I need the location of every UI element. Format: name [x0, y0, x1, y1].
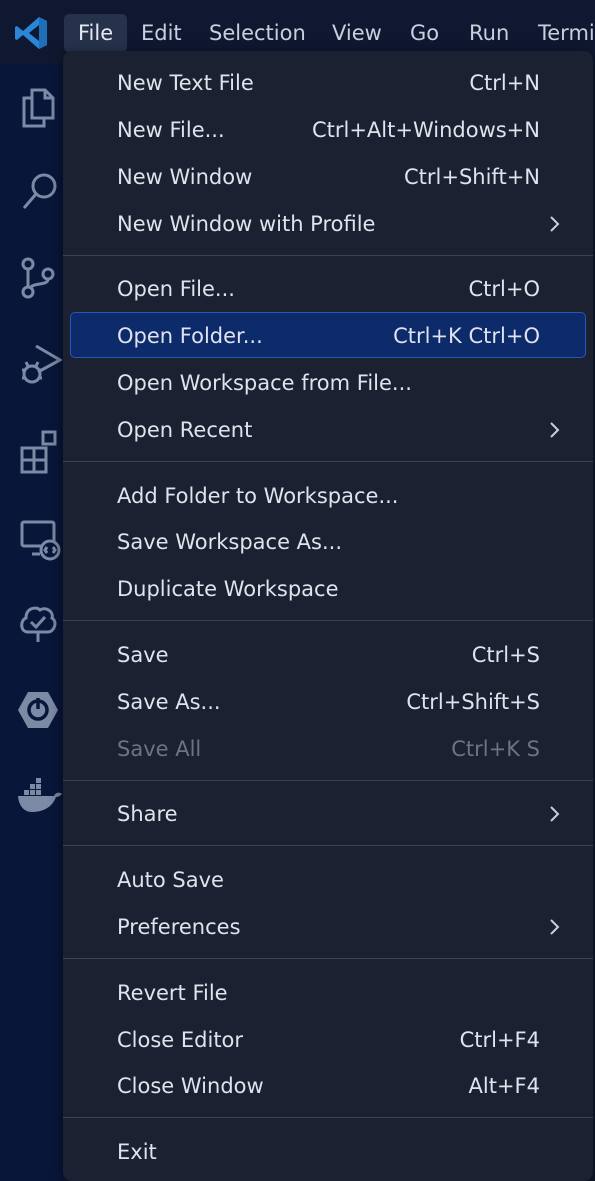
spring-boot-icon[interactable] [14, 686, 62, 734]
menubar-view[interactable]: View [318, 14, 396, 52]
menu-item-open-workspace-from-file[interactable]: Open Workspace from File... [70, 360, 586, 406]
menu-item-label: Share [117, 802, 178, 826]
menu-item-save[interactable]: Save Ctrl+S [70, 632, 586, 678]
menu-separator [63, 780, 593, 781]
menu-item-label: Save Workspace As... [117, 530, 343, 554]
chevron-right-icon [550, 806, 560, 822]
menu-item-label: New Window [117, 165, 253, 189]
menu-item-add-folder-to-workspace[interactable]: Add Folder to Workspace... [70, 473, 586, 519]
menubar-file[interactable]: File [64, 14, 128, 52]
menu-item-shortcut: Ctrl+O [468, 277, 541, 301]
menu-item-new-file[interactable]: New File... Ctrl+Alt+Windows+N [70, 107, 586, 153]
menu-item-save-as[interactable]: Save As... Ctrl+Shift+S [70, 679, 586, 725]
menu-item-duplicate-workspace[interactable]: Duplicate Workspace [70, 566, 586, 612]
run-debug-icon[interactable] [14, 340, 62, 388]
menu-item-label: Duplicate Workspace [117, 577, 339, 601]
menu-item-shortcut: Ctrl+K Ctrl+O [393, 324, 540, 348]
menu-item-open-file[interactable]: Open File... Ctrl+O [70, 266, 586, 312]
menu-item-label: Add Folder to Workspace... [117, 484, 399, 508]
chevron-right-icon [550, 919, 560, 935]
menu-item-preferences[interactable]: Preferences [70, 904, 586, 950]
menu-item-label: Preferences [117, 915, 241, 939]
explorer-icon[interactable] [14, 82, 62, 130]
menubar-go[interactable]: Go [396, 14, 453, 52]
menu-item-new-window-with-profile[interactable]: New Window with Profile [70, 201, 586, 247]
menu-item-shortcut: Ctrl+F4 [459, 1028, 540, 1052]
menu-item-new-window[interactable]: New Window Ctrl+Shift+N [70, 154, 586, 200]
search-icon[interactable] [14, 168, 62, 216]
menubar-selection[interactable]: Selection [195, 14, 320, 52]
menubar-run[interactable]: Run [455, 14, 523, 52]
menu-item-shortcut: Ctrl+K S [451, 737, 540, 761]
menu-item-revert-file[interactable]: Revert File [70, 970, 586, 1016]
menu-item-share[interactable]: Share [70, 791, 586, 837]
menubar-terminal[interactable]: Termi [524, 14, 595, 52]
menu-item-shortcut: Ctrl+Alt+Windows+N [311, 118, 540, 142]
extensions-icon[interactable] [14, 428, 62, 476]
testing-tree-icon[interactable] [14, 600, 62, 648]
menu-item-open-recent[interactable]: Open Recent [70, 407, 586, 453]
menu-item-label: Save [117, 643, 169, 667]
chevron-right-icon [550, 422, 560, 438]
menu-item-shortcut: Ctrl+N [469, 71, 540, 95]
menu-item-shortcut: Ctrl+Shift+S [406, 690, 540, 714]
menu-item-label: Open Folder... [117, 324, 263, 348]
menu-item-label: Open Workspace from File... [117, 371, 412, 395]
menu-separator [63, 1117, 593, 1118]
remote-explorer-icon[interactable] [14, 514, 62, 562]
chevron-right-icon [550, 216, 560, 232]
menu-item-label: Auto Save [117, 868, 224, 892]
menu-item-close-editor[interactable]: Close Editor Ctrl+F4 [70, 1017, 586, 1063]
menu-separator [63, 461, 593, 462]
menu-item-label: Open Recent [117, 418, 253, 442]
source-control-icon[interactable] [14, 254, 62, 302]
menu-item-close-window[interactable]: Close Window Alt+F4 [70, 1063, 586, 1109]
menu-item-exit[interactable]: Exit [70, 1129, 586, 1175]
menu-item-label: Exit [117, 1140, 157, 1164]
menu-item-label: Save All [117, 737, 202, 761]
menubar-edit[interactable]: Edit [127, 14, 196, 52]
menu-item-label: Close Editor [117, 1028, 244, 1052]
menu-separator [63, 845, 593, 846]
menu-item-shortcut: Alt+F4 [468, 1074, 540, 1098]
menu-item-shortcut: Ctrl+S [471, 643, 540, 667]
menu-item-label: Open File... [117, 277, 235, 301]
menu-item-label: Revert File [117, 981, 228, 1005]
menu-item-shortcut: Ctrl+Shift+N [404, 165, 540, 189]
menu-item-label: New Text File [117, 71, 254, 95]
file-menu-dropdown: New Text File Ctrl+N New File... Ctrl+Al… [63, 51, 593, 1181]
activity-bar [0, 64, 64, 1181]
docker-icon[interactable] [14, 772, 62, 820]
menu-separator [63, 255, 593, 256]
vscode-window: File Edit Selection View Go Run Termi Ne… [0, 0, 595, 1181]
menu-item-label: New Window with Profile [117, 212, 376, 236]
menu-item-label: Close Window [117, 1074, 264, 1098]
menu-item-label: New File... [117, 118, 225, 142]
menu-separator [63, 958, 593, 959]
menu-item-open-folder[interactable]: Open Folder... Ctrl+K Ctrl+O [70, 312, 586, 358]
menu-item-auto-save[interactable]: Auto Save [70, 857, 586, 903]
menu-item-label: Save As... [117, 690, 221, 714]
vscode-logo-icon[interactable] [12, 14, 50, 52]
menu-item-save-all: Save All Ctrl+K S [70, 726, 586, 772]
menu-item-new-text-file[interactable]: New Text File Ctrl+N [70, 60, 586, 106]
menu-item-save-workspace-as[interactable]: Save Workspace As... [70, 519, 586, 565]
menu-separator [63, 620, 593, 621]
